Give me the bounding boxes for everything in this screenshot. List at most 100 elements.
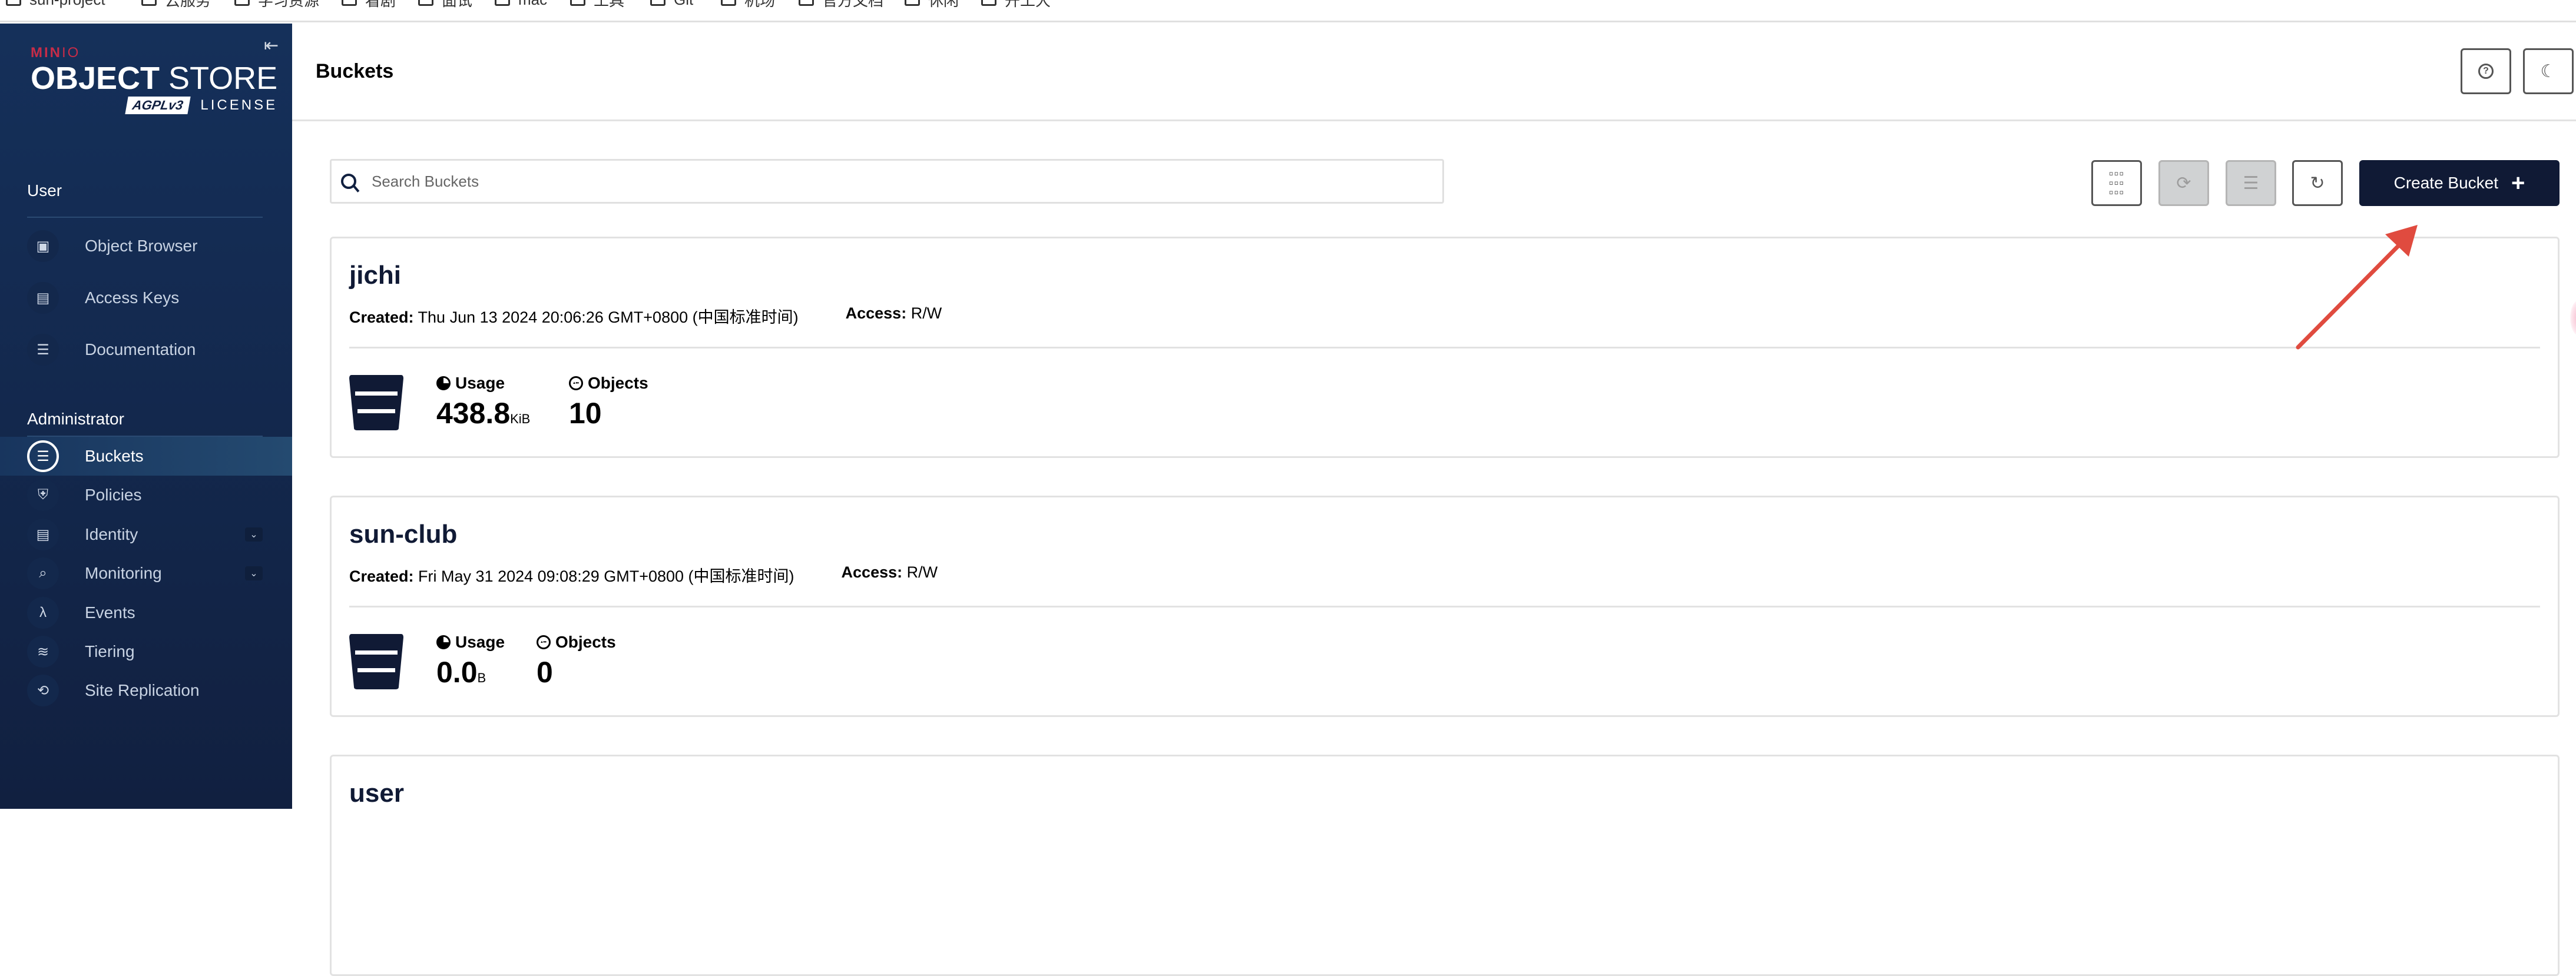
bookmark-item[interactable]: 开工大: [981, 0, 1051, 9]
bookmark-item[interactable]: 机场: [721, 0, 775, 9]
bookmark-item[interactable]: 官方文档: [799, 0, 883, 9]
create-bucket-button[interactable]: Create Bucket +: [2359, 160, 2560, 206]
select-multiple-button[interactable]: ▫▫▫ ▫▫▫ ▫▫▫: [2091, 160, 2142, 206]
bookmark-label: 机场: [744, 0, 776, 9]
bucket-card[interactable]: jichi Created: Thu Jun 13 2024 20:06:26 …: [330, 237, 2560, 458]
created-label: Created:: [349, 308, 414, 326]
bookmark-item[interactable]: 云服务: [141, 0, 211, 9]
sidebar-item-label: Documentation: [85, 340, 196, 358]
bookmarks-bar: sun-project 云服务 学习资源 看剧 面试 mac 工具 Git 机场…: [0, 0, 2576, 22]
bookmark-item[interactable]: 工具: [570, 0, 624, 9]
bucket-access: Access: R/W: [842, 563, 938, 586]
monitoring-icon: ⌕: [27, 557, 59, 589]
sidebar-item-label: Access Keys: [85, 288, 180, 307]
chevron-down-icon[interactable]: ⌄: [245, 566, 263, 580]
sidebar-item-label: Site Replication: [85, 681, 200, 699]
folder-icon: [650, 0, 665, 6]
sidebar-item-access-keys[interactable]: ▤ Access Keys: [0, 278, 292, 317]
objects-label: Objects: [588, 374, 648, 392]
refresh-button[interactable]: ↻: [2292, 160, 2343, 206]
bucket-name[interactable]: sun-club: [349, 520, 457, 549]
dark-mode-button[interactable]: ☾: [2523, 48, 2574, 94]
bucket-meta: Created: Thu Jun 13 2024 20:06:26 GMT+08…: [349, 304, 942, 327]
bucket-name[interactable]: jichi: [349, 261, 401, 290]
folder-icon: [234, 0, 250, 6]
usage-stat: Usage 0.0B: [436, 633, 505, 689]
access-value: R/W: [906, 563, 938, 581]
section-title-administrator: Administrator: [27, 410, 124, 428]
sidebar-item-label: Buckets: [85, 447, 144, 465]
sidebar-item-object-browser[interactable]: ▣ Object Browser: [0, 227, 292, 265]
bookmark-item[interactable]: sun-project: [6, 0, 105, 8]
page-title: Buckets: [316, 60, 394, 82]
bucket-meta: Created: Fri May 31 2024 09:08:29 GMT+08…: [349, 563, 938, 586]
identity-icon: ▤: [27, 519, 59, 550]
created-value: Thu Jun 13 2024 20:06:26 GMT+0800 (中国标准时…: [418, 308, 799, 326]
sidebar-item-identity[interactable]: ▤ Identity ⌄: [0, 515, 292, 554]
usage-unit: KiB: [510, 411, 531, 426]
bookmark-item[interactable]: 休闲: [905, 0, 959, 9]
brand-minio-suffix: IO: [62, 45, 81, 61]
folder-icon: [418, 0, 433, 6]
folder-icon: [495, 0, 510, 6]
minio-logo[interactable]: MINIO OBJECT STORE AGPLv3 LICENSE: [31, 45, 277, 114]
bookmark-label: 工具: [594, 0, 625, 9]
sidebar-item-monitoring[interactable]: ⌕ Monitoring ⌄: [0, 554, 292, 593]
search-bar: [330, 159, 1444, 204]
bookmark-label: 看剧: [365, 0, 396, 9]
policies-icon: ⛨: [27, 479, 59, 511]
brand-product: OBJECT STORE: [31, 61, 277, 95]
sidebar-item-buckets[interactable]: ☰ Buckets: [0, 437, 292, 476]
object-browser-icon: ▣: [27, 230, 59, 262]
search-input[interactable]: [372, 172, 1373, 191]
page-header: Buckets ? ☾: [292, 24, 2576, 121]
bucket-access: Access: R/W: [846, 304, 942, 327]
brand-minio: MINIO: [31, 45, 277, 61]
bookmark-item[interactable]: mac: [495, 0, 547, 9]
bookmark-item[interactable]: 面试: [418, 0, 472, 9]
created-label: Created:: [349, 567, 414, 585]
created-value: Fri May 31 2024 09:08:29 GMT+0800 (中国标准时…: [418, 567, 794, 585]
bookmark-label: 云服务: [165, 0, 211, 9]
bookmark-item[interactable]: 学习资源: [234, 0, 319, 9]
bucket-card[interactable]: user: [330, 755, 2560, 976]
brand-product-bold: OBJECT: [31, 61, 160, 96]
usage-value: 0.0: [436, 656, 478, 689]
bookmark-label: 开工大: [1005, 0, 1051, 9]
delete-buckets-icon: ☰: [2243, 173, 2259, 193]
sidebar-item-documentation[interactable]: ☰ Documentation: [0, 330, 292, 369]
bookmark-label: 学习资源: [258, 0, 320, 9]
chevron-down-icon[interactable]: ⌄: [245, 527, 263, 542]
objects-stat: Objects 0: [537, 633, 616, 689]
collapse-sidebar-icon[interactable]: ⇤: [264, 35, 279, 56]
sidebar-item-tiering[interactable]: ≋ Tiering: [0, 632, 292, 671]
help-button[interactable]: ?: [2461, 48, 2511, 94]
replication-icon: ⟳: [2176, 173, 2191, 193]
folder-icon: [905, 0, 920, 6]
grid-icon: ▫▫▫ ▫▫▫ ▫▫▫: [2108, 166, 2125, 200]
folder-icon: [981, 0, 996, 6]
section-divider: [27, 217, 263, 218]
set-replication-button[interactable]: ⟳: [2158, 160, 2209, 206]
folder-icon: [721, 0, 736, 6]
usage-pie-icon: [436, 376, 451, 390]
usage-value: 438.8: [436, 397, 511, 430]
bucket-card[interactable]: sun-club Created: Fri May 31 2024 09:08:…: [330, 496, 2560, 717]
objects-stat: Objects 10: [569, 374, 648, 430]
sidebar-item-events[interactable]: λ Events: [0, 593, 292, 632]
delete-buckets-button[interactable]: ☰: [2226, 160, 2276, 206]
bookmark-label: mac: [518, 0, 547, 9]
access-keys-icon: ▤: [27, 282, 59, 314]
sidebar-item-policies[interactable]: ⛨ Policies: [0, 476, 292, 514]
access-label: Access:: [845, 304, 907, 322]
floating-widget[interactable]: [2570, 300, 2576, 336]
documentation-icon: ☰: [27, 334, 59, 366]
bookmark-item[interactable]: 看剧: [342, 0, 396, 9]
bucket-name[interactable]: user: [349, 779, 404, 808]
bucket-created: Created: Thu Jun 13 2024 20:06:26 GMT+08…: [349, 304, 799, 327]
folder-icon: [342, 0, 357, 6]
search-icon: [341, 174, 356, 189]
sidebar-item-site-replication[interactable]: ⟲ Site Replication: [0, 671, 292, 710]
bookmark-item[interactable]: Git: [650, 0, 693, 8]
sidebar-item-label: Object Browser: [85, 237, 198, 255]
